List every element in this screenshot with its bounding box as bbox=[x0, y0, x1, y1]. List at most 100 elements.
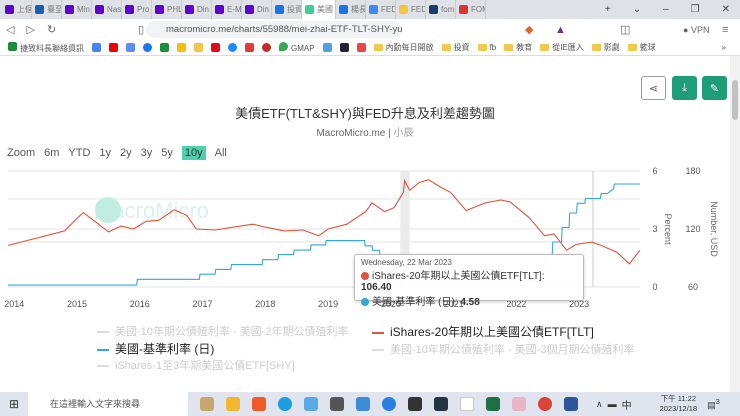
restore-button[interactable]: ❐ bbox=[691, 4, 700, 15]
app-icon[interactable] bbox=[339, 43, 349, 52]
bookmark-folder[interactable]: 內勤每日開啟 bbox=[373, 42, 434, 53]
download-button[interactable]: ⤓ bbox=[672, 76, 697, 100]
browser-tab[interactable]: Pro bbox=[122, 0, 152, 19]
url-input[interactable]: macromicro.me/charts/55988/mei-zhai-ETF-… bbox=[146, 21, 402, 38]
legend-item-tlt[interactable]: iShares-20年期以上美國公債ETF[TLT] bbox=[372, 323, 594, 340]
edit-button[interactable]: ✎ bbox=[702, 76, 727, 100]
brave-shield-icon[interactable]: ◆ bbox=[525, 23, 533, 36]
ime-indicator[interactable]: 中 bbox=[622, 397, 632, 412]
sheets-icon[interactable] bbox=[160, 43, 169, 52]
app-icon[interactable] bbox=[408, 397, 422, 411]
author-link[interactable]: 小辰 bbox=[394, 128, 414, 139]
bookmark-folder[interactable]: 影劇 bbox=[591, 42, 620, 53]
vpn-button[interactable]: ● VPN bbox=[683, 25, 709, 35]
browser-tab[interactable]: Nas bbox=[92, 0, 122, 19]
legend-item-10y-3m-spread[interactable]: 美國-10年期公債殖利率 - 美國-3個月期公債殖利率 bbox=[372, 341, 634, 357]
range-button-6m[interactable]: 6m bbox=[44, 147, 59, 159]
legend-item-10y-2y-spread[interactable]: 美國-10年期公債殖利率 - 美國-2年期公債殖利率 bbox=[97, 323, 348, 339]
reload-icon[interactable]: ↻ bbox=[47, 23, 56, 36]
app-icon[interactable] bbox=[322, 43, 332, 52]
app-icon[interactable] bbox=[356, 43, 366, 52]
browser-tab[interactable]: PHL bbox=[152, 0, 182, 19]
browser-tab[interactable]: Min bbox=[62, 0, 92, 19]
more-bookmarks-icon[interactable]: » bbox=[722, 43, 726, 52]
range-button-10y[interactable]: 10y bbox=[181, 146, 206, 160]
edge-icon[interactable] bbox=[278, 397, 292, 411]
keep-icon[interactable] bbox=[194, 43, 203, 52]
close-window-button[interactable]: ✕ bbox=[722, 4, 730, 15]
tray-chevron-icon[interactable]: ∧ bbox=[596, 399, 603, 410]
range-button-5y[interactable]: 5y bbox=[161, 147, 173, 159]
legend-item-fed-rate[interactable]: 美國-基準利率 (日) bbox=[97, 340, 214, 357]
bookmark-icon[interactable] bbox=[245, 43, 254, 52]
brave-rewards-icon[interactable]: ▲ bbox=[555, 24, 566, 36]
range-button-all[interactable]: All bbox=[215, 147, 227, 159]
app-icon[interactable] bbox=[382, 397, 396, 411]
fc-icon[interactable] bbox=[434, 397, 448, 411]
notification-icon[interactable]: ▤3 bbox=[707, 397, 720, 411]
notepad-icon[interactable] bbox=[460, 397, 474, 411]
tooltip-row: 美國-基準利率 (日): 4.58 bbox=[361, 293, 577, 308]
sidebar-icon[interactable]: ◫ bbox=[620, 23, 630, 36]
browser-tab[interactable]: Din bbox=[242, 0, 272, 19]
facebook-icon[interactable] bbox=[143, 43, 152, 52]
word-icon[interactable] bbox=[564, 397, 578, 411]
excel-icon[interactable] bbox=[486, 397, 500, 411]
network-icon[interactable]: ▬ bbox=[608, 399, 617, 409]
legend-item-shy[interactable]: iShares-1至3年期美國公債ETF[SHY] bbox=[97, 357, 295, 373]
browser-tab[interactable]: Din bbox=[182, 0, 212, 19]
pinterest-icon[interactable] bbox=[262, 43, 271, 52]
browser-tab[interactable]: FOM bbox=[456, 0, 486, 19]
new-tab-button[interactable]: + bbox=[605, 4, 611, 15]
back-icon[interactable]: ◁ bbox=[6, 23, 14, 36]
browser-tab[interactable]: fom bbox=[426, 0, 456, 19]
bookmark-item[interactable]: 捷致科長聯絡資訊 bbox=[8, 41, 84, 54]
bookmark-folder[interactable]: fb bbox=[477, 43, 496, 52]
range-button-2y[interactable]: 2y bbox=[120, 147, 132, 159]
netflix-icon[interactable] bbox=[211, 43, 220, 52]
taskbar-search-input[interactable]: 在這裡輸入文字來搜尋 bbox=[28, 392, 188, 416]
tab-title: Pro bbox=[137, 5, 150, 14]
app-icon[interactable] bbox=[512, 397, 526, 411]
bookmark-folder[interactable]: 籃球 bbox=[627, 42, 656, 53]
windows-start-icon[interactable]: ⊞ bbox=[9, 397, 19, 411]
scrollbar-thumb[interactable] bbox=[732, 80, 738, 120]
calculator-icon[interactable] bbox=[330, 397, 344, 411]
bookmark-folder[interactable]: 投資 bbox=[441, 42, 470, 53]
browser-tab[interactable]: 楊長 bbox=[336, 0, 366, 19]
range-button-1y[interactable]: 1y bbox=[99, 147, 111, 159]
app-icon[interactable] bbox=[304, 397, 318, 411]
download-icon[interactable] bbox=[228, 43, 237, 52]
bookmark-item[interactable]: GMAP bbox=[279, 42, 315, 53]
google-icon[interactable] bbox=[92, 43, 101, 52]
browser-tab[interactable]: 美國✕ bbox=[302, 0, 336, 19]
youtube-icon[interactable] bbox=[109, 43, 118, 52]
browser-tab[interactable]: 臺至 bbox=[32, 0, 62, 19]
browser-tab[interactable]: FED bbox=[396, 0, 426, 19]
range-button-3y[interactable]: 3y bbox=[141, 147, 153, 159]
file-explorer-icon[interactable] bbox=[226, 397, 240, 411]
clock[interactable]: 下午 11:22 2023/12/18 bbox=[660, 394, 698, 414]
app-icon[interactable] bbox=[356, 397, 370, 411]
browser-tab[interactable]: E-M bbox=[212, 0, 242, 19]
bookmark-icon[interactable] bbox=[126, 43, 135, 52]
bookmark-folder[interactable]: 教育 bbox=[504, 42, 532, 53]
chrome-icon[interactable] bbox=[538, 397, 552, 411]
menu-icon[interactable]: ≡ bbox=[722, 24, 728, 36]
forward-icon[interactable]: ▷ bbox=[26, 23, 34, 36]
range-button-ytd[interactable]: YTD bbox=[68, 147, 90, 159]
bird-widget-icon[interactable] bbox=[200, 397, 214, 411]
bookmark-folder[interactable]: 從IE匯入 bbox=[540, 42, 584, 53]
browser-tab[interactable]: 上個 bbox=[2, 0, 32, 19]
tab-search-icon[interactable]: ⌄ bbox=[633, 4, 641, 15]
zoom-label: Zoom bbox=[7, 147, 36, 159]
source-link[interactable]: MacroMicro.me bbox=[316, 128, 385, 139]
share-button[interactable]: ⋖ bbox=[641, 76, 666, 100]
minimize-button[interactable]: – bbox=[663, 4, 669, 15]
drive-icon[interactable] bbox=[177, 43, 186, 52]
scrollbar[interactable] bbox=[730, 56, 740, 392]
bookmark-icon[interactable]: ▯ bbox=[138, 23, 144, 36]
brave-icon[interactable] bbox=[252, 397, 266, 411]
browser-tab[interactable]: FED bbox=[366, 0, 396, 19]
browser-tab[interactable]: 投資 bbox=[272, 0, 302, 19]
